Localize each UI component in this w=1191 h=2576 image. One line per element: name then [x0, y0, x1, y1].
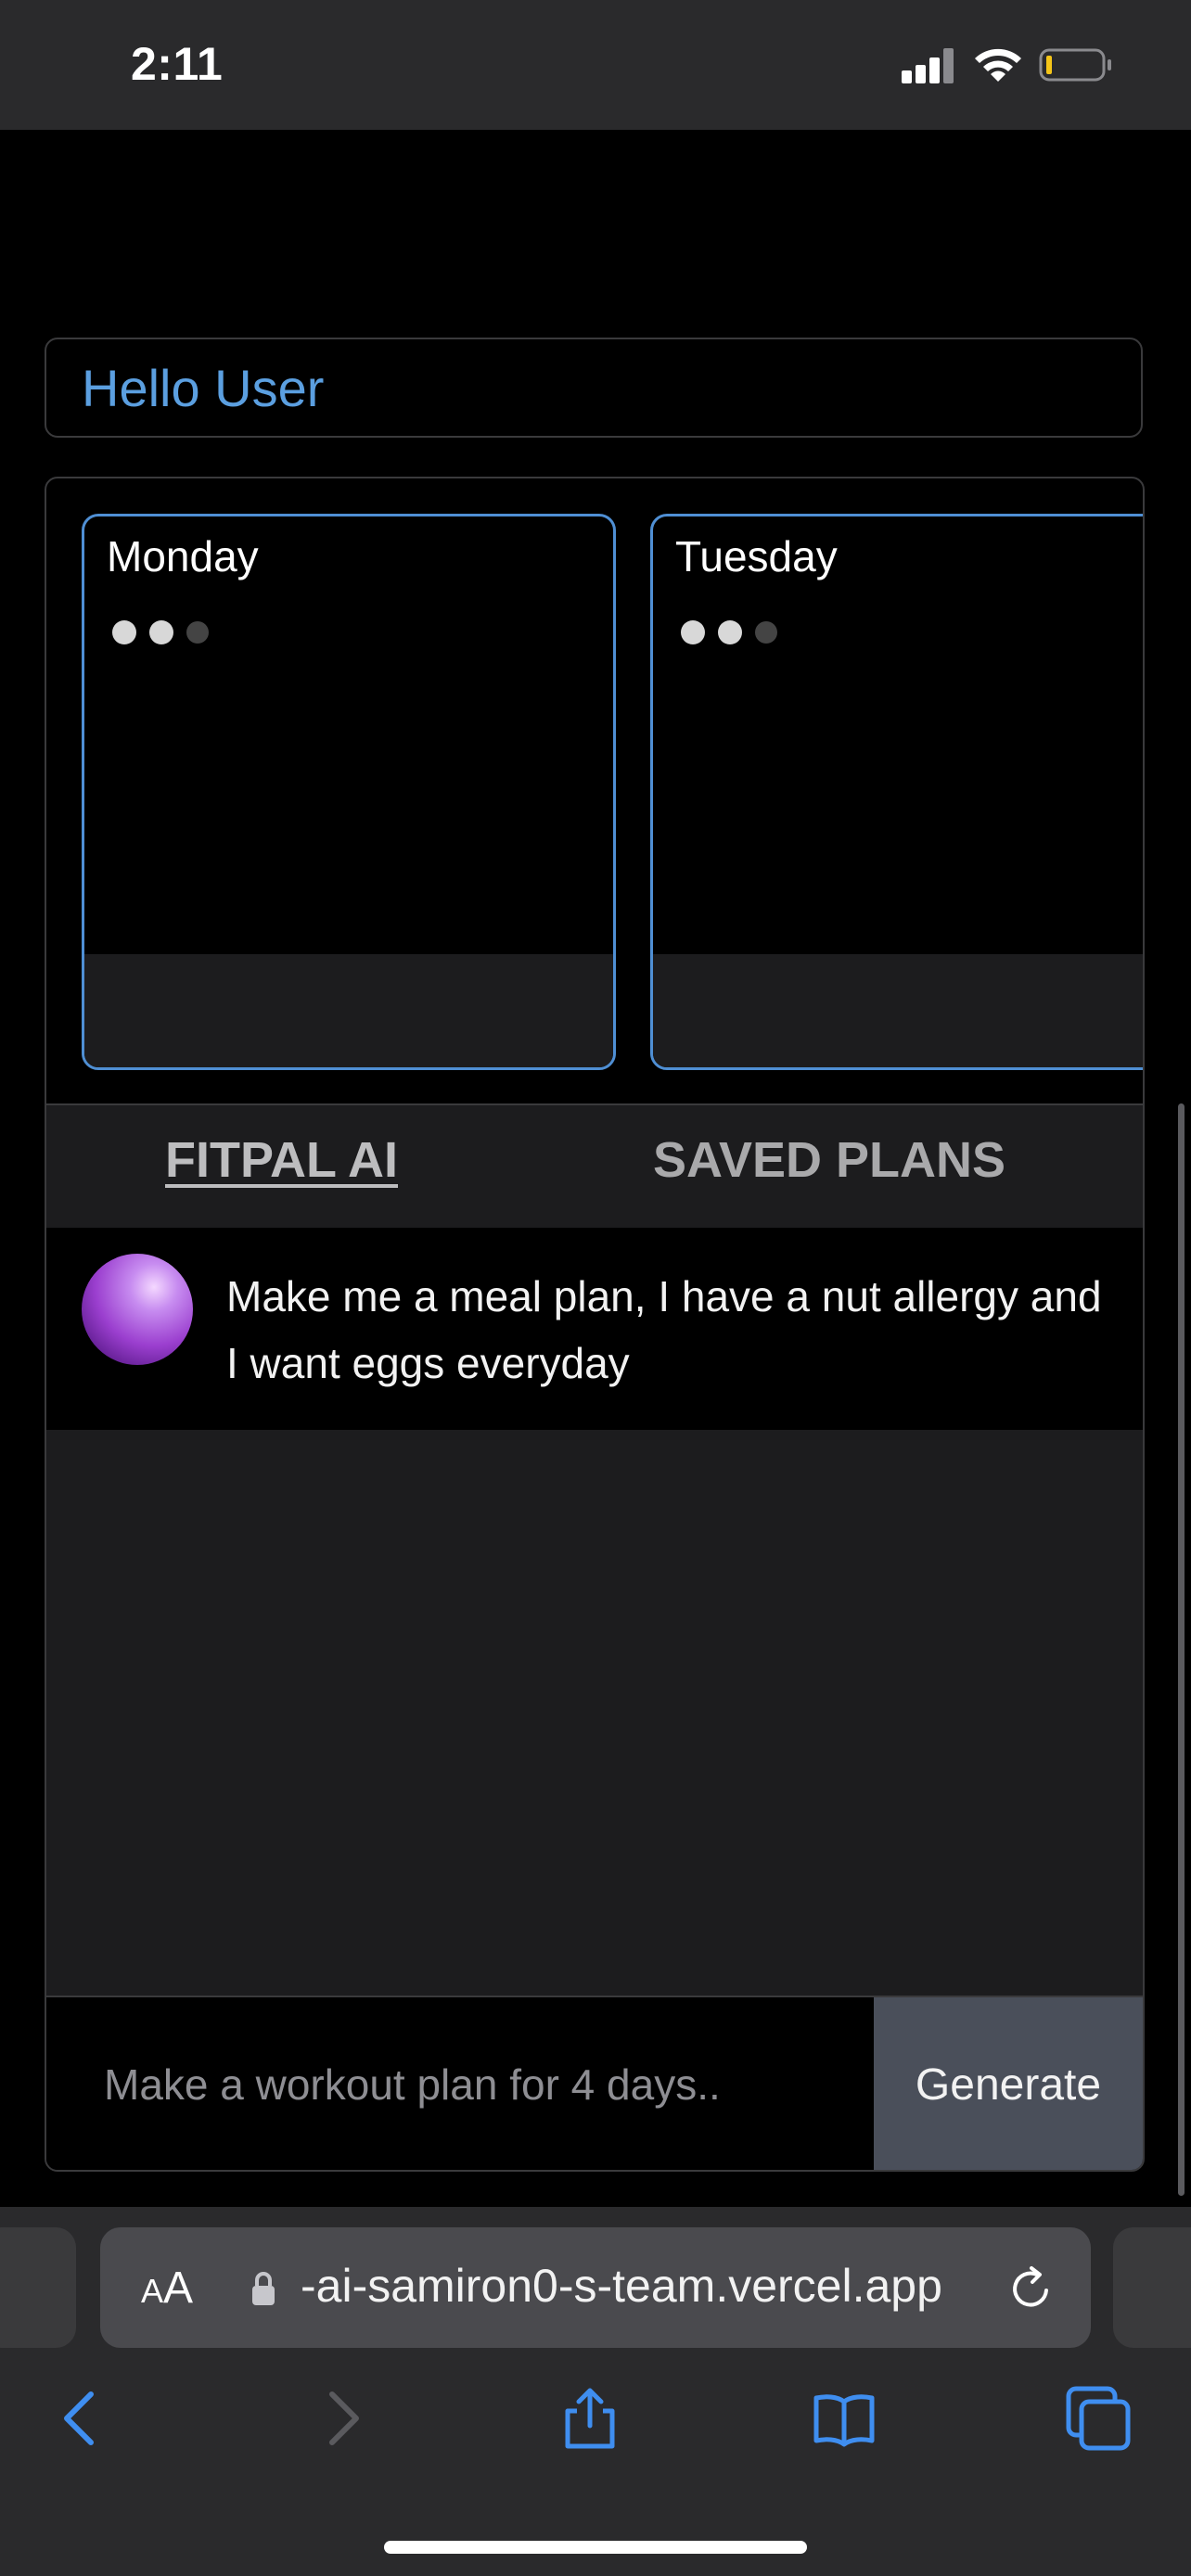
day-name: Monday — [107, 532, 259, 580]
day-card-tuesday[interactable]: Tuesday — [650, 514, 1143, 1070]
tab-saved-plans[interactable]: SAVED PLANS — [653, 1131, 1005, 1189]
tab-bar: FITPAL AI SAVED PLANS — [46, 1105, 1143, 1228]
back-icon[interactable] — [50, 2385, 117, 2452]
share-icon[interactable] — [557, 2385, 623, 2452]
battery-icon — [1039, 48, 1111, 82]
tab-fitpal-ai[interactable]: FITPAL AI — [165, 1131, 398, 1189]
reload-icon[interactable] — [1005, 2263, 1057, 2315]
previous-tab-preview[interactable] — [0, 2227, 76, 2348]
forward-icon[interactable] — [306, 2385, 373, 2452]
chat-area — [46, 1430, 1143, 1996]
lock-icon — [252, 2272, 275, 2305]
day-card-monday[interactable]: Monday — [82, 514, 616, 1070]
wifi-icon — [975, 48, 1021, 82]
home-indicator[interactable] — [384, 2541, 807, 2554]
message-text: Make me a meal plan, I have a nut allerg… — [226, 1272, 1102, 1387]
card-footer — [653, 954, 1143, 1067]
next-tab-preview[interactable] — [1113, 2227, 1191, 2348]
greeting-banner: Hello User — [45, 338, 1143, 438]
reader-options-button[interactable]: AA — [141, 2263, 193, 2314]
day-name: Tuesday — [675, 532, 838, 580]
loading-dots-icon — [681, 620, 777, 646]
ai-avatar — [82, 1254, 193, 1365]
chat-message: Make me a meal plan, I have a nut allerg… — [46, 1228, 1143, 1430]
cellular-signal-icon — [902, 48, 954, 83]
bookmarks-icon[interactable] — [811, 2385, 877, 2452]
status-time: 2:11 — [131, 38, 224, 90]
loading-dots-icon — [112, 620, 209, 646]
prompt-input[interactable] — [46, 1997, 874, 2170]
main-panel: Monday Tuesday FITPAL AI SAVED PLANS Mak… — [45, 477, 1145, 2172]
tabs-icon[interactable] — [1065, 2385, 1132, 2452]
days-carousel[interactable]: Monday Tuesday — [46, 478, 1143, 1105]
card-footer — [84, 954, 613, 1067]
generate-button[interactable]: Generate — [874, 1997, 1143, 2170]
scrollbar[interactable] — [1178, 1103, 1185, 2196]
url-text[interactable]: -ai-samiron0-s-team.vercel.app — [301, 2259, 942, 2313]
